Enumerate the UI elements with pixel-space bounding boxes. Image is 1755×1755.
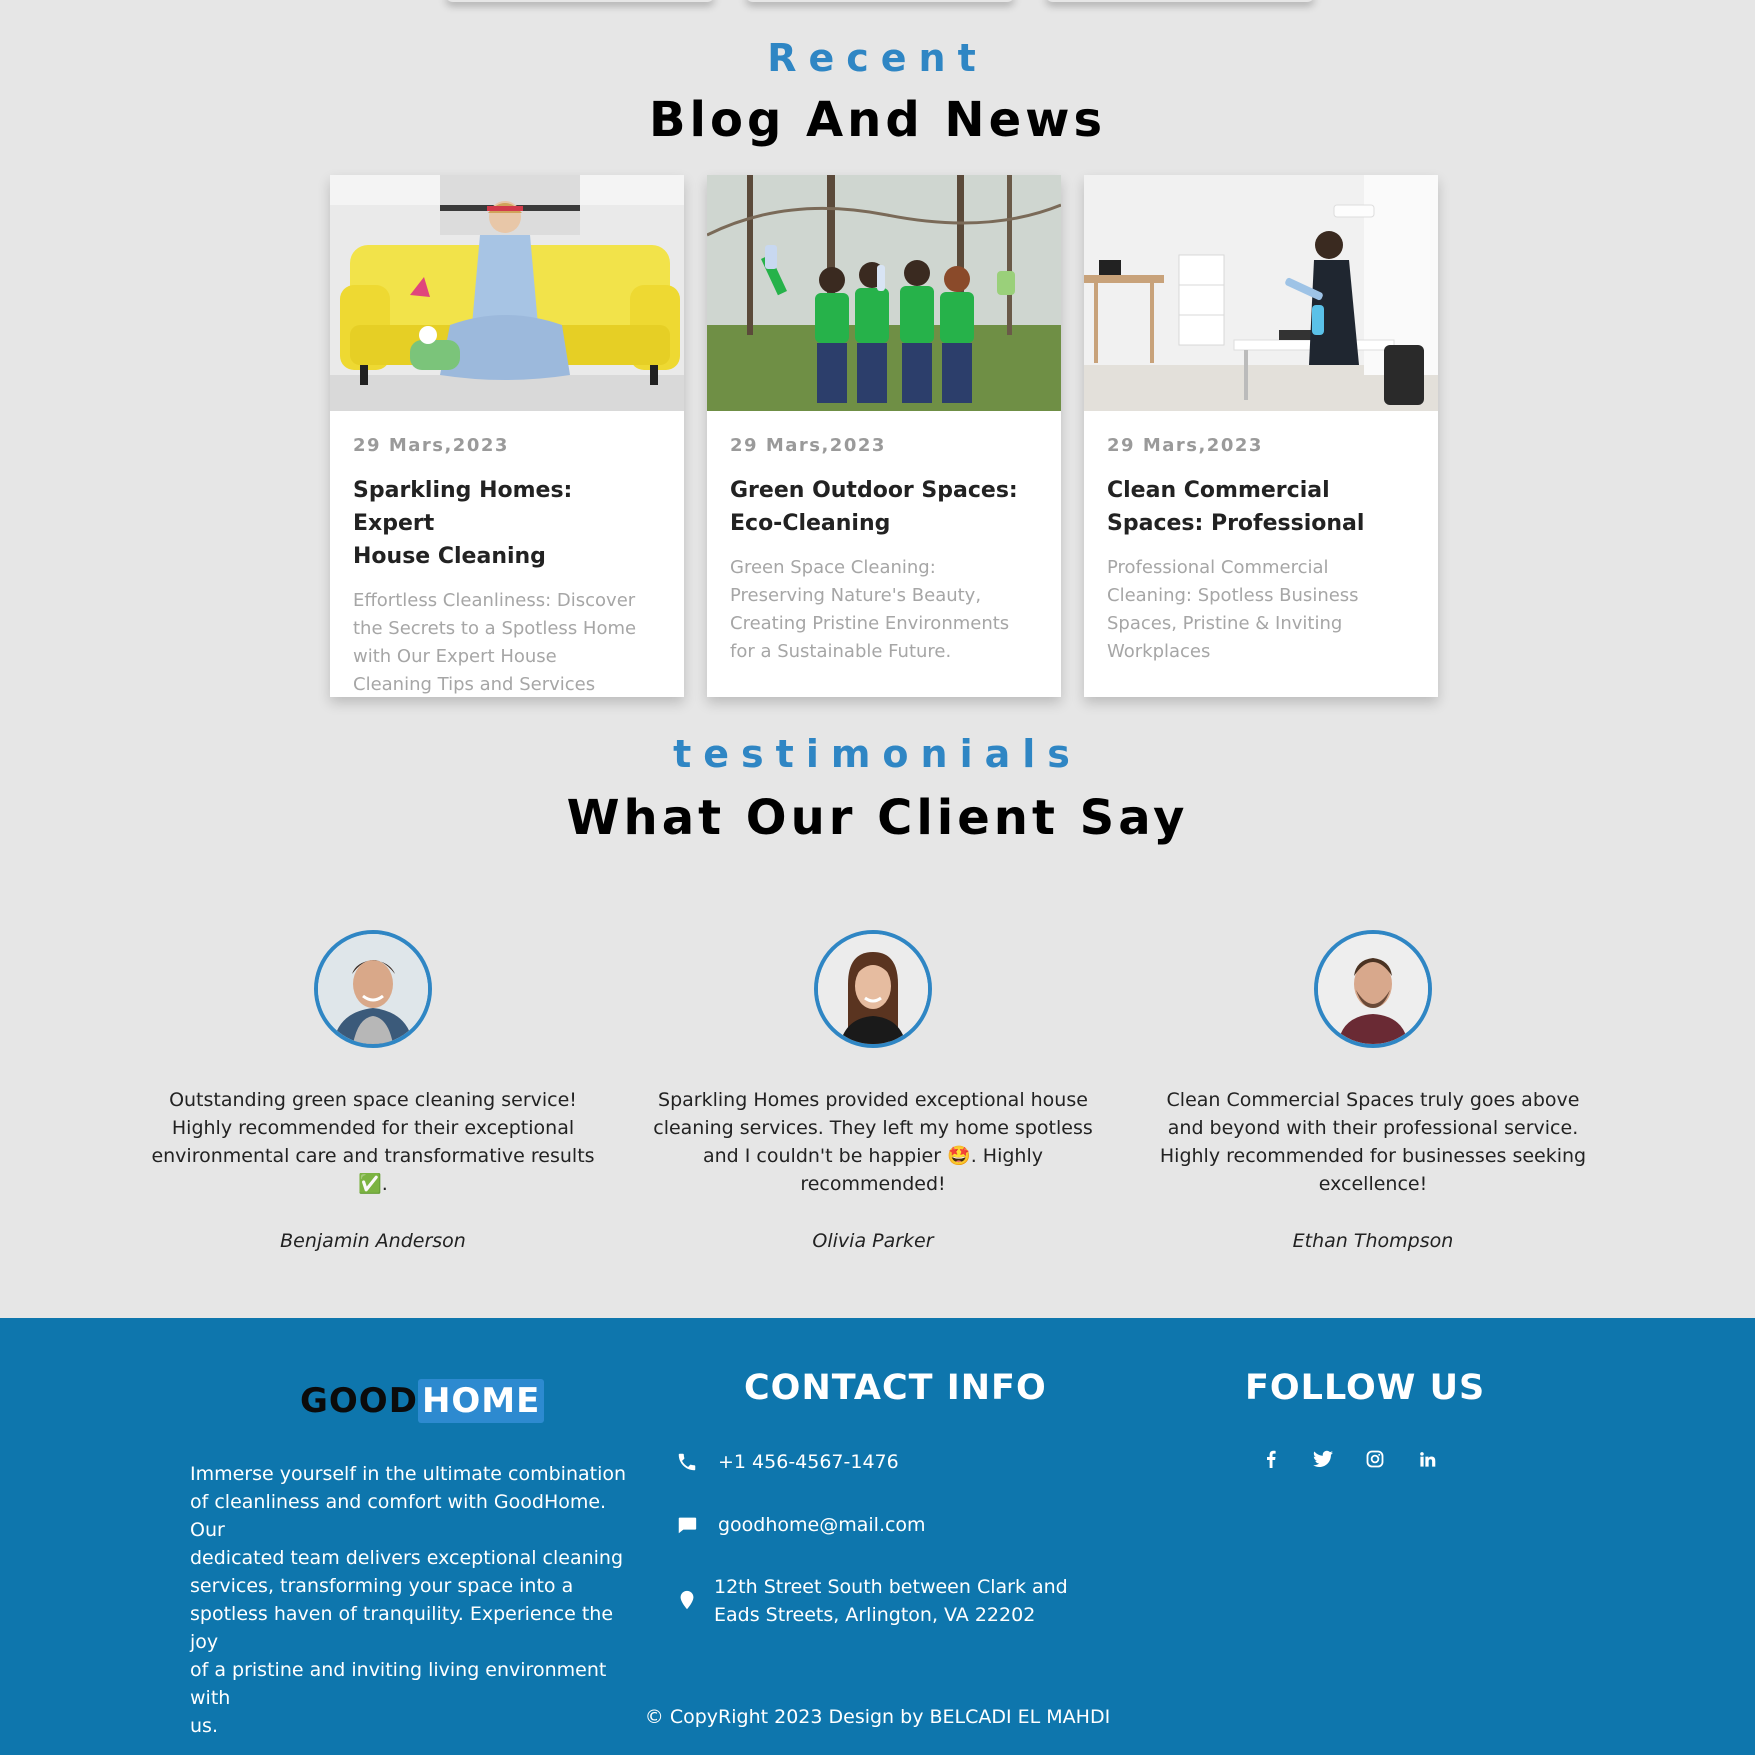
contact-email[interactable]: goodhome@mail.com: [676, 1511, 926, 1539]
avatar: [814, 930, 932, 1048]
about-line: dedicated team delivers exceptional clea…: [190, 1547, 624, 1569]
avatar: [314, 930, 432, 1048]
blog-date: 29 Mars,2023: [730, 435, 886, 456]
blog-title[interactable]: Green Outdoor Spaces: Eco-Cleaning: [730, 474, 1038, 540]
footer: GOOD HOME Immerse yourself in the ultima…: [0, 1318, 1755, 1755]
phone-icon: [676, 1451, 698, 1473]
testimonial-line: environmental care and transformative re…: [151, 1145, 595, 1167]
excerpt-line: Cleaning Tips and Services: [353, 674, 596, 695]
blog-title[interactable]: Sparkling Homes: Expert House Cleaning: [353, 474, 661, 573]
address-line: 12th Street South between Clark and: [714, 1576, 1068, 1598]
address-text: 12th Street South between Clark and Eads…: [714, 1573, 1068, 1629]
testimonials-kicker: testimonials: [673, 732, 1082, 776]
about-line: of cleanliness and comfort with GoodHome…: [190, 1491, 607, 1541]
logo[interactable]: GOOD HOME: [300, 1378, 545, 1424]
linkedin-icon[interactable]: [1416, 1448, 1438, 1470]
about-line: services, transforming your space into a: [190, 1575, 574, 1597]
logo-good: GOOD: [300, 1381, 418, 1421]
blog-card[interactable]: 29 Mars,2023 Green Outdoor Spaces: Eco-C…: [707, 175, 1061, 697]
blog-date: 29 Mars,2023: [1107, 435, 1263, 456]
excerpt-line: Workplaces: [1107, 641, 1211, 662]
logo-home: HOME: [417, 1379, 545, 1423]
excerpt-line: Effortless Cleanliness: Discover: [353, 590, 636, 611]
about-line: of a pristine and inviting living enviro…: [190, 1659, 607, 1709]
testimonial-line: ✅.: [358, 1173, 388, 1195]
blog-image-office-cleaning: [1084, 175, 1438, 411]
instagram-icon[interactable]: [1364, 1448, 1386, 1470]
testimonial-line: Clean Commercial Spaces truly goes above: [1166, 1089, 1580, 1111]
excerpt-line: Green Space Cleaning:: [730, 557, 936, 578]
testimonial-card: Sparkling Homes provided exceptional hou…: [643, 930, 1103, 1252]
testimonial-line: Outstanding green space cleaning service…: [169, 1089, 577, 1111]
testimonial-text: Sparkling Homes provided exceptional hou…: [643, 1086, 1103, 1198]
testimonial-line: Highly recommended for their exceptional: [171, 1117, 575, 1139]
excerpt-line: Preserving Nature's Beauty,: [730, 585, 982, 606]
about-line: Immerse yourself in the ultimate combina…: [190, 1463, 627, 1485]
follow-heading: FOLLOW US: [1245, 1368, 1486, 1408]
excerpt-line: Cleaning: Spotless Business: [1107, 585, 1359, 606]
testimonial-author: Benjamin Anderson: [280, 1230, 466, 1252]
address-line: Eads Streets, Arlington, VA 22202: [714, 1604, 1036, 1626]
testimonial-author: Ethan Thompson: [1292, 1230, 1454, 1252]
social-links: [1260, 1448, 1438, 1470]
testimonial-author: Olivia Parker: [812, 1230, 934, 1252]
message-icon: [676, 1514, 698, 1536]
excerpt-line: the Secrets to a Spotless Home: [353, 618, 637, 639]
blog-card[interactable]: 29 Mars,2023 Sparkling Homes: Expert Hou…: [330, 175, 684, 697]
contact-phone[interactable]: +1 456-4567-1476: [676, 1448, 899, 1476]
facebook-icon[interactable]: [1260, 1448, 1282, 1470]
excerpt-line: for a Sustainable Future.: [730, 641, 952, 662]
blog-image-outdoor-cleaning: [707, 175, 1061, 411]
blog-title-line: Eco-Cleaning: [730, 511, 891, 536]
blog-excerpt: Green Space Cleaning: Preserving Nature'…: [730, 554, 1038, 666]
phone-number: +1 456-4567-1476: [718, 1451, 899, 1473]
blog-date: 29 Mars,2023: [353, 435, 509, 456]
excerpt-line: Creating Pristine Environments: [730, 613, 1010, 634]
testimonial-line: cleaning services. They left my home spo…: [653, 1117, 1093, 1139]
testimonial-line: Highly recommended for businesses seekin…: [1159, 1145, 1587, 1167]
blog-card[interactable]: 29 Mars,2023 Clean Commercial Spaces: Pr…: [1084, 175, 1438, 697]
testimonial-line: and beyond with their professional servi…: [1167, 1117, 1579, 1139]
blog-heading: Blog And News: [648, 92, 1107, 148]
contact-heading: CONTACT INFO: [744, 1368, 1047, 1408]
blog-title-line: House Cleaning: [353, 544, 546, 569]
testimonial-card: Outstanding green space cleaning service…: [143, 930, 603, 1252]
testimonial-list: Outstanding green space cleaning service…: [140, 930, 1616, 1260]
testimonial-text: Clean Commercial Spaces truly goes above…: [1143, 1086, 1603, 1198]
testimonial-text: Outstanding green space cleaning service…: [143, 1086, 603, 1198]
testimonial-line: excellence!: [1318, 1173, 1428, 1195]
excerpt-line: Professional Commercial: [1107, 557, 1329, 578]
blog-title[interactable]: Clean Commercial Spaces: Professional: [1107, 474, 1415, 540]
testimonial-line: recommended!: [800, 1173, 946, 1195]
blog-title-line: Sparkling Homes: Expert: [353, 478, 573, 536]
footer-about: Immerse yourself in the ultimate combina…: [190, 1460, 640, 1740]
excerpt-line: Spaces, Pristine & Inviting: [1107, 613, 1343, 634]
location-pin-icon: [676, 1589, 698, 1611]
blog-card-list: 29 Mars,2023 Sparkling Homes: Expert Hou…: [330, 175, 1438, 697]
email-address: goodhome@mail.com: [718, 1514, 926, 1536]
blog-excerpt: Effortless Cleanliness: Discover the Sec…: [353, 587, 661, 699]
blog-image-house-cleaning: [330, 175, 684, 411]
testimonial-line: and I couldn't be happier 🤩. Highly: [703, 1145, 1043, 1167]
contact-address[interactable]: 12th Street South between Clark and Eads…: [676, 1573, 1068, 1629]
blog-title-line: Spaces: Professional: [1107, 511, 1365, 536]
about-line: spotless haven of tranquility. Experienc…: [190, 1603, 614, 1653]
avatar: [1314, 930, 1432, 1048]
blog-title-line: Clean Commercial: [1107, 478, 1330, 503]
testimonial-card: Clean Commercial Spaces truly goes above…: [1143, 930, 1603, 1252]
testimonials-heading: What Our Client Say: [566, 790, 1189, 846]
blog-excerpt: Professional Commercial Cleaning: Spotle…: [1107, 554, 1415, 666]
blog-kicker: Recent: [767, 36, 988, 80]
twitter-icon[interactable]: [1312, 1448, 1334, 1470]
excerpt-line: with Our Expert House: [353, 646, 557, 667]
previous-section-cards-edge: [0, 0, 1755, 6]
blog-title-line: Green Outdoor Spaces:: [730, 478, 1018, 503]
copyright: © CopyRight 2023 Design by BELCADI EL MA…: [644, 1706, 1111, 1728]
testimonial-line: Sparkling Homes provided exceptional hou…: [658, 1089, 1088, 1111]
